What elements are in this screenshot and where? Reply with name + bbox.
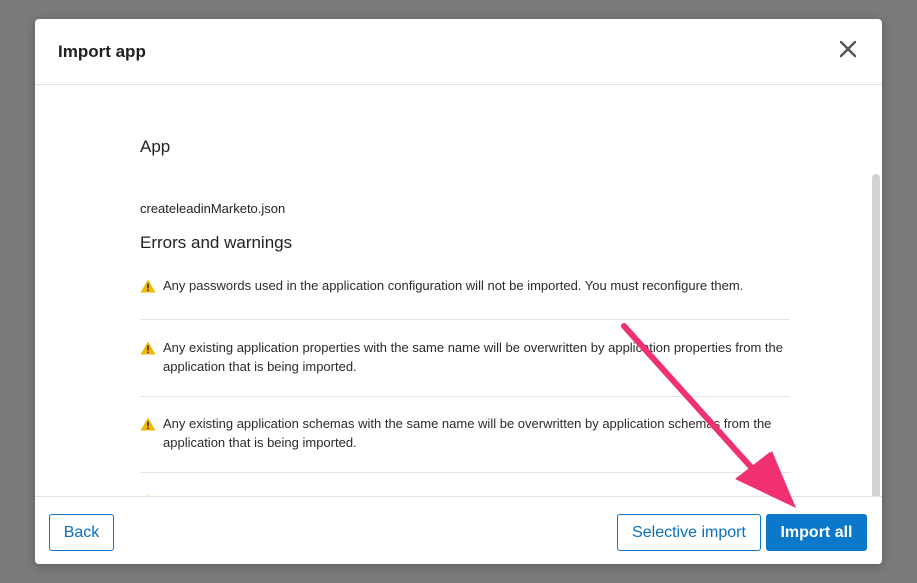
errors-heading: Errors and warnings [140,233,293,252]
selective-import-button[interactable]: Selective import [617,514,761,551]
app-heading: App [140,137,171,156]
divider [140,396,790,397]
import-all-button[interactable]: Import all [766,514,867,551]
warning-icon [140,279,156,293]
dialog-footer: Back Selective import Import all [35,496,882,564]
close-icon[interactable] [834,35,862,63]
divider [140,472,790,473]
scrollbar[interactable] [872,174,880,496]
warning-text: Any passwords used in the application co… [163,278,744,293]
divider [140,319,790,320]
app-filename: createleadinMarketo.json [140,201,286,216]
back-button[interactable]: Back [49,514,114,551]
warning-text: Any existing application schemas with th… [163,416,772,450]
warning-icon [140,417,156,431]
warning-text: Any existing application properties with… [163,340,783,374]
dialog-body: App createleadinMarketo.json Errors and … [35,86,882,496]
dialog-header: Import app [35,19,882,85]
warning-icon [140,341,156,355]
import-app-dialog: Import app App createleadinMarketo.json … [35,19,882,564]
dialog-title: Import app [58,42,146,61]
